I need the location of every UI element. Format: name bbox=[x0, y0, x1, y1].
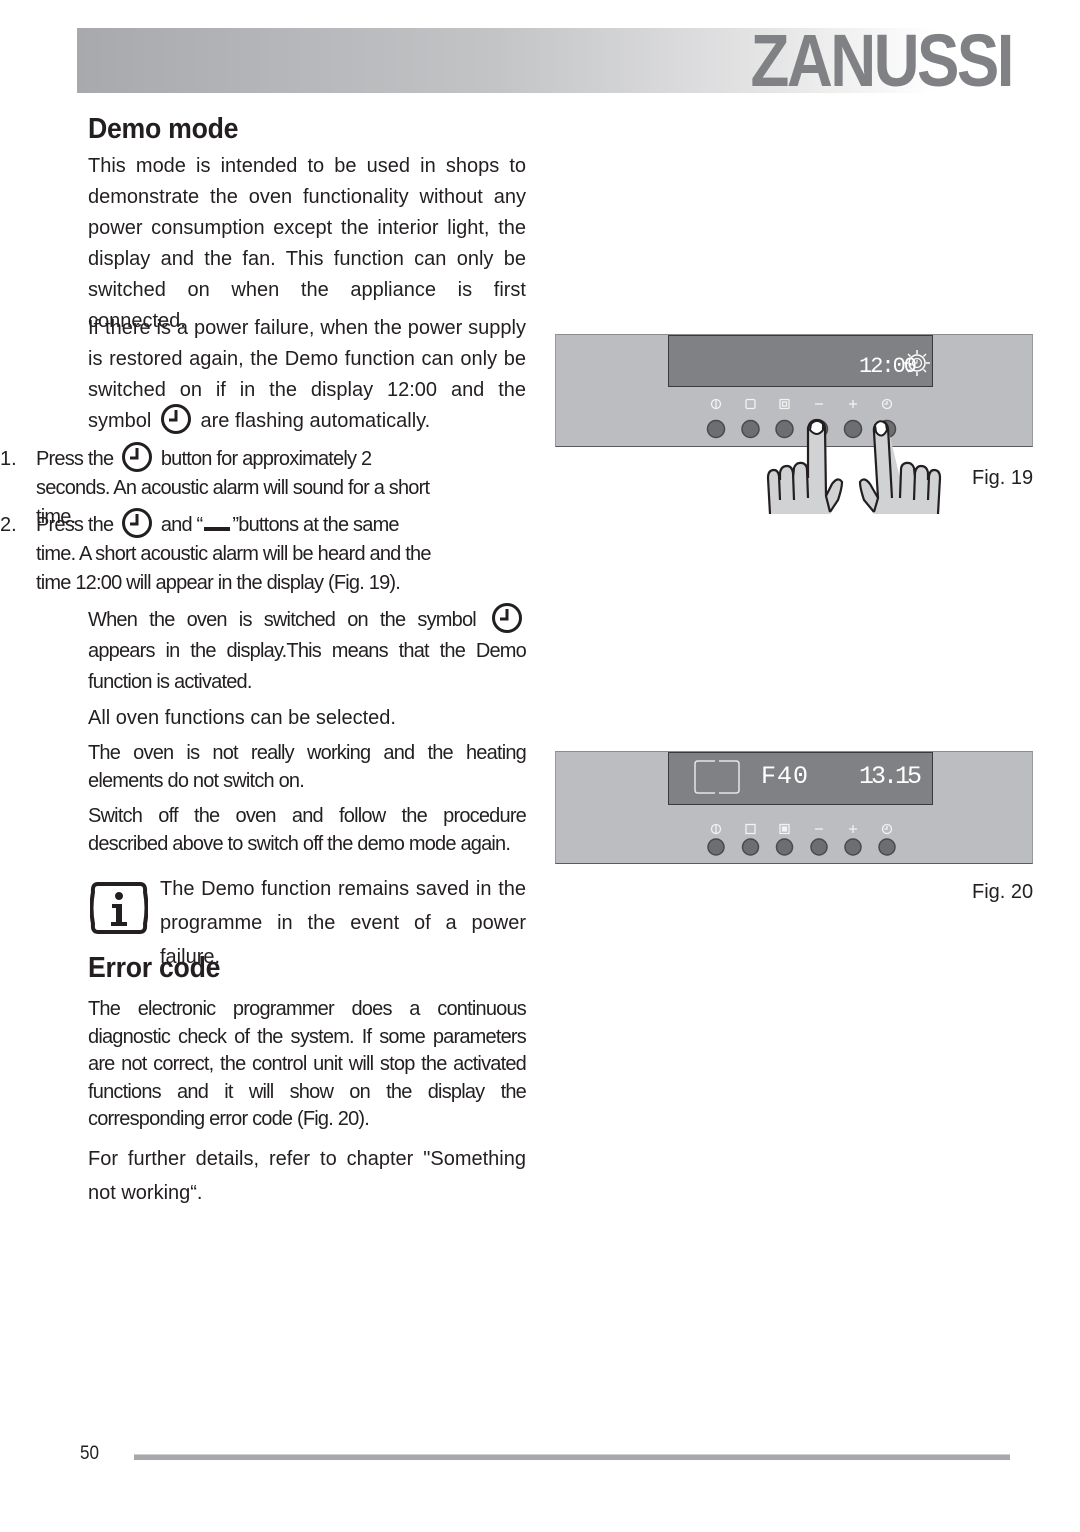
switched-on-after: appears in the display.This means that t… bbox=[88, 640, 527, 693]
power-button[interactable] bbox=[707, 838, 725, 856]
fig20-buttons bbox=[707, 838, 896, 856]
step-text-before: Press the bbox=[36, 448, 114, 470]
power-failure-after: are flashing automatically. bbox=[200, 410, 431, 432]
light-icon bbox=[745, 823, 756, 835]
clock-button-icon bbox=[122, 441, 153, 472]
all-functions-text: All oven functions can be selected. bbox=[88, 707, 396, 729]
clock-symbol-icon bbox=[160, 403, 191, 434]
step-text: Press the and “”buttons at the same time… bbox=[36, 507, 438, 598]
not-working-text: The oven is not really working and the h… bbox=[88, 742, 527, 792]
info-icon bbox=[90, 882, 148, 934]
power-icon bbox=[710, 823, 722, 835]
function-icon bbox=[779, 823, 790, 835]
fig20-control-panel: F40 13.15 bbox=[555, 751, 1033, 864]
right-hand-icon bbox=[858, 420, 942, 515]
fig20-time-readout: 13.15 bbox=[859, 762, 922, 791]
error-code-further: For further details, refer to chapter "S… bbox=[88, 1148, 526, 1204]
demo-intro: This mode is intended to be used in shop… bbox=[88, 155, 526, 332]
fig20-function-indicator-icon bbox=[694, 760, 740, 794]
plus-button[interactable] bbox=[844, 838, 862, 856]
step-number: 1. bbox=[0, 448, 17, 470]
fig20-label: Fig. 20 bbox=[972, 881, 1034, 903]
left-hand-icon bbox=[766, 418, 844, 515]
switch-off-text: Switch off the oven and follow the proce… bbox=[88, 805, 527, 855]
light-icon bbox=[745, 398, 756, 410]
fig19-label: Fig. 19 bbox=[972, 467, 1034, 489]
clock-button-icon bbox=[122, 507, 153, 538]
power-failure-text: If there is a power failure, when the po… bbox=[88, 313, 526, 437]
fig19-time-text: 12:00 bbox=[859, 354, 916, 379]
fig19-time-readout: 12:00 bbox=[859, 350, 930, 379]
power-button[interactable] bbox=[706, 419, 726, 439]
page-number: 50 bbox=[80, 1443, 100, 1464]
fig20-display: F40 13.15 bbox=[668, 752, 933, 805]
fig20-button-row bbox=[707, 823, 896, 856]
light-button[interactable] bbox=[741, 838, 760, 856]
function-button[interactable] bbox=[775, 838, 794, 856]
minus-button[interactable] bbox=[810, 838, 828, 856]
step-text-before: Press the bbox=[36, 514, 114, 536]
step-2: 2. Press the and “”buttons at the same t… bbox=[0, 507, 438, 601]
clock-button[interactable] bbox=[878, 838, 896, 856]
error-code-body: The electronic programmer does a continu… bbox=[88, 998, 527, 1130]
clock-icon bbox=[881, 823, 893, 835]
clock-icon bbox=[881, 398, 893, 410]
switched-on-before: When the oven is switched on the symbol bbox=[88, 609, 477, 631]
fig19-display: 12:00 bbox=[668, 335, 933, 387]
plus-icon bbox=[849, 825, 857, 833]
step-number: 2. bbox=[0, 514, 17, 536]
step-text-middle: and “ bbox=[160, 514, 203, 536]
step-1: 1. Press the button for approximately 2 … bbox=[0, 441, 438, 528]
minus-button-icon bbox=[204, 526, 231, 531]
brand-logo: ZANUSSI bbox=[750, 19, 1015, 102]
footer-rule bbox=[134, 1454, 1010, 1460]
pressing-hands-illustration bbox=[766, 418, 942, 515]
demo-mode-title: Demo mode bbox=[88, 113, 239, 145]
light-button[interactable] bbox=[741, 419, 760, 439]
fig20-error-code: F40 bbox=[761, 762, 810, 791]
error-code-title: Error code bbox=[88, 952, 221, 984]
plus-icon bbox=[849, 400, 857, 408]
function-icon bbox=[779, 398, 790, 410]
power-icon bbox=[710, 398, 722, 410]
clock-symbol-icon bbox=[492, 602, 522, 633]
switched-on-text: When the oven is switched on the symbol … bbox=[88, 602, 527, 698]
